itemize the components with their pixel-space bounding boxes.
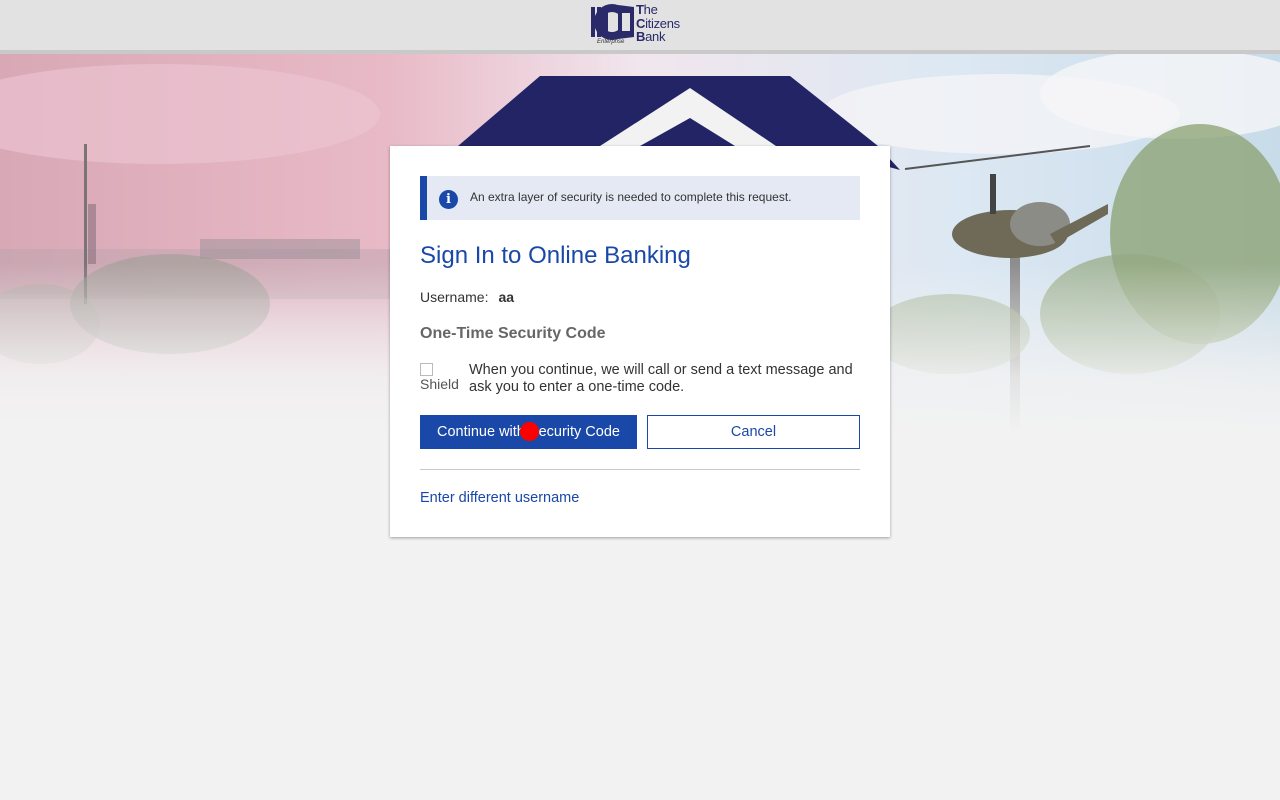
top-header: The Citizens Bank Enterprise bbox=[0, 0, 1280, 54]
otp-section-title: One-Time Security Code bbox=[420, 325, 606, 342]
logo-subtitle: Enterprise bbox=[597, 39, 625, 45]
bank-logo-text: The Citizens Bank bbox=[636, 2, 680, 44]
shield-alt-text: Shield bbox=[420, 376, 459, 392]
shield-icon: Shield bbox=[420, 363, 462, 395]
username-row: Username: aa bbox=[420, 289, 514, 305]
sign-in-card: i An extra layer of security is needed t… bbox=[390, 146, 890, 537]
security-alert-text: An extra layer of security is needed to … bbox=[470, 190, 792, 204]
bank-logo[interactable]: The Citizens Bank Enterprise bbox=[588, 3, 696, 47]
enter-different-username-link[interactable]: Enter different username bbox=[420, 490, 579, 506]
page-title: Sign In to Online Banking bbox=[420, 242, 691, 269]
username-value: aa bbox=[498, 289, 515, 305]
username-label: Username: bbox=[420, 289, 489, 305]
cancel-button[interactable]: Cancel bbox=[647, 415, 860, 449]
divider bbox=[420, 469, 860, 470]
click-indicator bbox=[520, 422, 539, 441]
security-alert: i An extra layer of security is needed t… bbox=[420, 176, 860, 220]
info-icon: i bbox=[439, 190, 458, 209]
broken-image-icon bbox=[420, 363, 433, 376]
logo-line-3: ank bbox=[645, 29, 666, 44]
otp-description: When you continue, we will call or send … bbox=[469, 362, 853, 395]
